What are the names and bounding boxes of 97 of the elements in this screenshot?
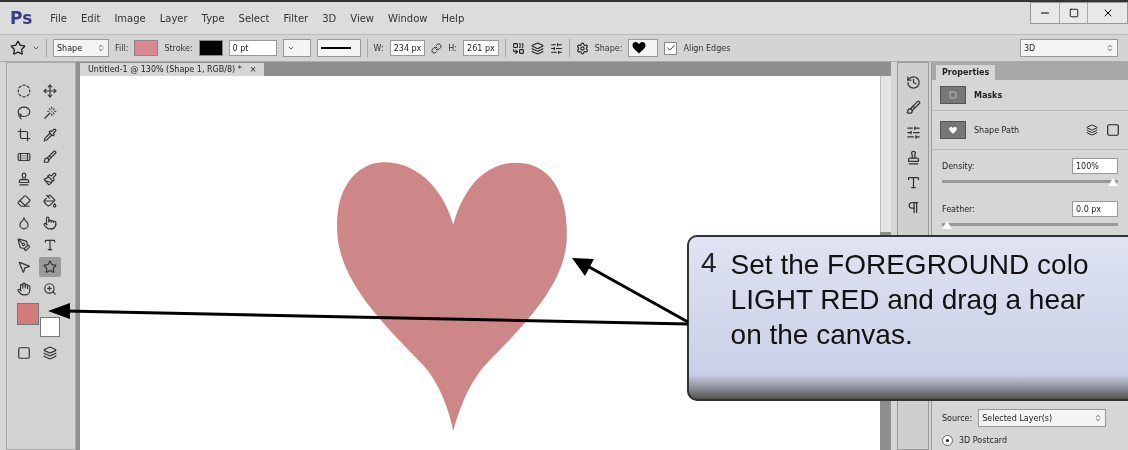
menu-item[interactable]: 3D: [322, 12, 337, 24]
menu-item[interactable]: Layer: [159, 12, 188, 24]
link-icon[interactable]: [431, 42, 443, 54]
height-field[interactable]: 261 px: [463, 40, 499, 56]
slider-label: Density:: [942, 161, 975, 171]
droplet-icon: [17, 216, 31, 230]
width-field[interactable]: 234 px: [389, 40, 426, 56]
radio-label: 3D Postcard: [959, 436, 1008, 445]
check-icon: [665, 43, 676, 53]
radio-button[interactable]: [942, 435, 953, 446]
fill-swatch[interactable]: [134, 40, 159, 56]
fill-label: Fill:: [115, 43, 129, 53]
height-label: H:: [448, 43, 458, 53]
stroke-width-dropdown[interactable]: [282, 39, 311, 57]
stroke-label: Stroke:: [164, 43, 193, 53]
zoom-icon: [43, 282, 57, 296]
up-down-arrows-icon: [1094, 414, 1103, 422]
source-select[interactable]: Selected Layer(s): [978, 409, 1107, 427]
stroke-swatch[interactable]: [198, 40, 223, 56]
brush-presets-icon[interactable]: [905, 100, 921, 115]
eraser-icon: [17, 194, 31, 208]
foreground-color-swatch[interactable]: [17, 303, 39, 325]
step-number: 4: [701, 247, 717, 280]
path-arrangement-icon[interactable]: [549, 41, 563, 55]
callout-text: Set the FOREGROUND colo LIGHT RED and drag a hear on the canvas.: [730, 248, 1089, 352]
shape-picker[interactable]: [628, 39, 659, 57]
hand-icon: [17, 282, 31, 296]
menu-item[interactable]: Filter: [283, 12, 309, 24]
heart-icon: [632, 42, 647, 54]
paragraph-icon[interactable]: [905, 200, 921, 215]
adjustments-icon[interactable]: [905, 125, 921, 140]
mask-icon: [940, 86, 966, 104]
stroke-width-field[interactable]: 0 pt: [228, 40, 277, 56]
square-icon: [1068, 8, 1079, 18]
line-icon: [320, 46, 351, 50]
pipette-icon: [43, 128, 57, 142]
up-down-arrows-icon: [97, 44, 105, 52]
menu-item[interactable]: Edit: [81, 12, 101, 24]
document-tab[interactable]: Untitled-1 @ 130% (Shape 1, RGB/8) * ×: [80, 63, 265, 76]
square-icon: [17, 346, 31, 360]
menu-item[interactable]: Image: [114, 12, 146, 24]
path-alignment-icon[interactable]: [530, 41, 544, 55]
history-icon[interactable]: [905, 75, 921, 90]
menu-item[interactable]: File: [50, 12, 67, 24]
tool-preset-icon[interactable]: [10, 40, 26, 56]
brush-icon: [43, 150, 57, 164]
slider-label: Feather:: [942, 204, 975, 214]
menu-item[interactable]: View: [350, 12, 374, 24]
vertical-scrollbar[interactable]: [880, 76, 891, 232]
source-label: Source:: [942, 413, 973, 423]
paintbrush-icon: [43, 172, 57, 186]
menu-item[interactable]: Window: [388, 12, 428, 24]
wand-icon: [43, 106, 57, 120]
bandage-icon: [17, 150, 31, 164]
type-icon: [43, 238, 57, 252]
properties-tab[interactable]: Properties: [936, 65, 996, 80]
settings-icon[interactable]: [575, 41, 589, 55]
layers-icon: [43, 346, 57, 360]
path-operations-icon[interactable]: [511, 41, 525, 55]
shape-thumbnail: [940, 121, 966, 139]
close-tab-button[interactable]: ×: [249, 65, 257, 74]
vector-mask-icon[interactable]: [1106, 123, 1120, 137]
up-down-arrows-icon: [1106, 44, 1114, 52]
stamp-icon: [17, 172, 31, 186]
align-edges-checkbox[interactable]: [664, 41, 678, 55]
slider-value-field[interactable]: 100%: [1072, 158, 1118, 174]
add-mask-icon[interactable]: [1086, 124, 1098, 136]
width-label: W:: [373, 43, 384, 53]
star-tool[interactable]: [39, 257, 61, 277]
shape-path-label: Shape Path: [974, 125, 1020, 135]
stroke-style-dropdown[interactable]: [316, 39, 361, 57]
align-edges-label: Align Edges: [683, 43, 731, 53]
move-icon: [43, 84, 57, 98]
character-icon[interactable]: [905, 175, 921, 190]
arrow-pointer-icon: [17, 260, 31, 274]
workspace-select[interactable]: 3D: [1020, 39, 1118, 57]
pen-icon: [17, 238, 31, 252]
circle-icon: [17, 84, 31, 98]
star-icon: [43, 260, 57, 274]
tool-mode-select[interactable]: Shape: [53, 39, 109, 57]
lasso-icon: [17, 106, 31, 120]
caret-icon: [32, 44, 40, 52]
pointer-icon: [43, 216, 57, 230]
panel-header: Masks: [974, 90, 1003, 100]
slider-value-field[interactable]: 0.0 px: [1072, 201, 1118, 217]
crop-icon: [17, 128, 31, 142]
menu-item[interactable]: Type: [201, 12, 225, 24]
menu-item[interactable]: Select: [238, 12, 270, 24]
slider-thumb[interactable]: [1108, 178, 1118, 186]
caret-icon: [286, 44, 295, 52]
shape-label: Shape:: [594, 43, 623, 53]
clone-source-icon[interactable]: [905, 150, 921, 165]
menu-item[interactable]: Help: [441, 12, 465, 24]
app-logo: Ps: [10, 8, 33, 28]
background-color-swatch[interactable]: [40, 317, 60, 337]
tab-title: Untitled-1 @ 130% (Shape 1, RGB/8) *: [88, 65, 242, 74]
bucket-icon: [43, 194, 57, 208]
